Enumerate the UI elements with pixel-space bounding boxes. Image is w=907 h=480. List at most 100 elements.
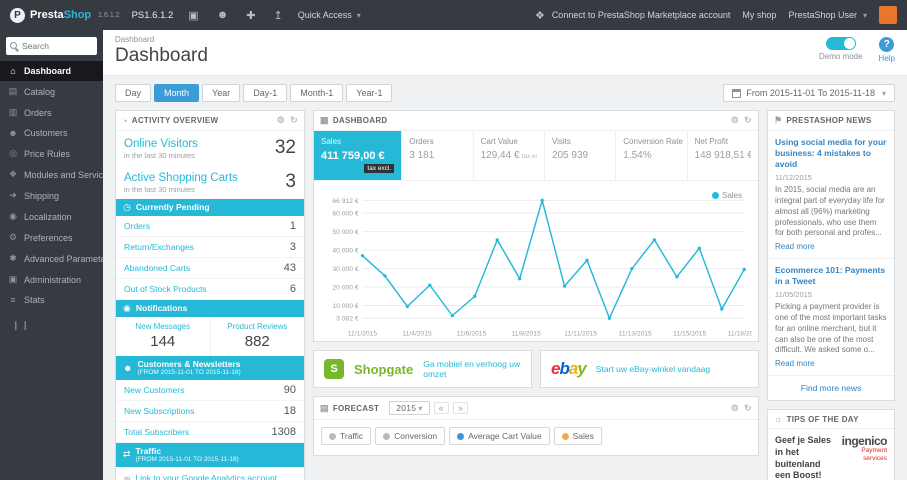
new-messages-cell[interactable]: New Messages 144 [116,317,210,356]
customers-notification-icon[interactable]: ☻ [214,9,232,21]
range-month-1-button[interactable]: Month-1 [290,84,344,102]
range-year-button[interactable]: Year [202,84,241,102]
date-range-picker[interactable]: From 2015-11-01 To 2015-11-18 [723,84,895,102]
range-month-button[interactable]: Month [154,84,200,102]
online-visitors-link[interactable]: Online Visitors [124,138,198,150]
kpi-visits[interactable]: Visits 205 939 [543,131,615,180]
kpi-cart-value[interactable]: Cart Value 129,44 €tax excl. [472,131,544,180]
help-icon[interactable]: ? [879,37,895,52]
shopgate-logo-icon: S [324,359,344,380]
sidebar-item-administration[interactable]: ▣ Administration [0,269,103,290]
prestashop-logo[interactable]: P PrestaShop 1.6.1.2 [10,7,120,23]
orders-notification-icon[interactable]: ▣ [185,9,201,22]
find-more-news-link[interactable]: Find more news [768,376,894,400]
sidebar-collapse-icon[interactable]: ❙❙ [0,310,103,341]
refresh-icon[interactable]: ↻ [744,403,752,414]
svg-text:20 000 €: 20 000 € [332,284,358,291]
refresh-icon[interactable]: ↻ [290,115,298,126]
notifications-header: ◉ Notifications [116,300,304,317]
range-day-1-button[interactable]: Day-1 [243,84,288,102]
help-label: Help [878,54,895,63]
svg-text:60 000 €: 60 000 € [332,211,358,218]
price-rules-icon: ◎ [9,148,17,158]
analytics-link-row: ∞ Link to your Google Analytics account [116,467,304,480]
svg-text:10 000 €: 10 000 € [332,303,358,310]
refresh-icon[interactable]: ↻ [744,115,752,126]
search-input[interactable] [6,37,97,55]
tips-icon: ☼ [774,414,783,425]
online-visitors-stat: Online Visitors in the last 30 minutes 3… [116,131,304,165]
sidebar-item-preferences[interactable]: ⚙ Preferences [0,227,103,248]
messages-notification-icon[interactable]: ✚ [243,9,258,22]
sidebar-item-dashboard[interactable]: ⌂ Dashboard [0,61,103,81]
news-article-body: Picking a payment provider is one of the… [775,302,887,355]
user-avatar[interactable] [879,6,897,24]
sidebar-item-advanced-parameters[interactable]: ✱Advanced Parameters [0,248,103,269]
sidebar-item-localization[interactable]: ◉ Localization [0,206,103,227]
gear-icon[interactable]: ⚙ [277,115,285,126]
sidebar-item-price-rules[interactable]: ◎ Price Rules [0,143,103,164]
range-year-1-button[interactable]: Year-1 [346,84,393,102]
forecast-year-select[interactable]: 2015 [389,401,430,416]
kpi-net-profit[interactable]: Net Profit 148 918,51 € [686,131,758,180]
forecast-toggle-average-cart-value[interactable]: Average Cart Value [449,427,550,446]
google-analytics-link[interactable]: Link to your Google Analytics account [135,473,277,480]
ebay-promo-link[interactable]: Start uw eBay-winkel vandaag [596,364,710,374]
shopgate-promo-link[interactable]: Ga mobiel en verhoog uw omzet [423,359,521,379]
svg-text:3 082 €: 3 082 € [336,316,359,323]
sidebar-item-stats[interactable]: ≡ Stats [0,290,103,310]
sidebar-item-catalog[interactable]: ▤ Catalog [0,81,103,102]
customers-row-subscribers: Total Subscribers 1308 [116,422,304,443]
sidebar-item-shipping[interactable]: ➔ Shipping [0,185,103,206]
forecast-toggle-sales[interactable]: Sales [553,427,602,446]
quick-access-menu[interactable]: Quick Access [298,10,361,20]
tips-headline: Geef je Sales in het buitenland een Boos… [775,435,832,480]
svg-text:11/18/2015: 11/18/2015 [728,330,752,337]
shop-name[interactable]: PS1.6.1.2 [132,10,174,21]
active-carts-value: 3 [285,171,296,192]
activity-panel-title: ACTIVITY OVERVIEW [131,116,219,125]
date-toolbar: Day Month Year Day-1 Month-1 Year-1 From… [103,76,907,110]
active-carts-link[interactable]: Active Shopping Carts [124,172,238,184]
forecast-toggle-traffic[interactable]: Traffic [321,427,372,446]
marketplace-link[interactable]: ❖ Connect to PrestaShop Marketplace accou… [532,9,730,22]
gear-icon[interactable]: ⚙ [731,115,739,126]
read-more-link[interactable]: Read more [775,242,815,251]
my-shop-link[interactable]: My shop [742,10,776,20]
kpi-orders[interactable]: Orders 3 181 [401,131,472,180]
sidebar-item-customers[interactable]: ☻ Customers [0,123,103,143]
product-reviews-cell[interactable]: Product Reviews 882 [209,317,305,356]
chart-legend[interactable]: Sales [711,191,742,200]
forecast-prev-icon[interactable]: « [433,402,449,415]
people-icon: ☻ [123,362,133,373]
news-panel-title: PRESTASHOP NEWS [786,116,872,125]
forecast-next-icon[interactable]: » [452,402,469,415]
sidebar-item-orders[interactable]: ▥ Orders [0,102,103,123]
range-day-button[interactable]: Day [115,84,152,102]
sidebar: ⌂Dashboard ▤Catalog ▥Orders ☻Customers ◎… [0,30,103,480]
dashboard-panel-title: DASHBOARD [332,116,388,125]
svg-text:30 000 €: 30 000 € [332,266,358,273]
demo-mode-toggle[interactable] [825,37,856,50]
localization-icon: ◉ [9,211,17,221]
svg-text:11/1/2015: 11/1/2015 [348,330,378,337]
breadcrumb[interactable]: Dashboard [115,35,208,44]
user-menu[interactable]: PrestaShop User [788,10,867,20]
svg-text:11/8/2015: 11/8/2015 [511,330,541,337]
main-area: Dashboard Dashboard Demo mode ? Help Day… [103,30,907,480]
ingenico-logo: ingenico Payment services [841,434,888,462]
news-article-title[interactable]: Ecommerce 101: Payments in a Tweet [775,265,887,287]
forecast-toggle-conversion[interactable]: Conversion [375,427,446,446]
ebay-module-promo: ebay Start uw eBay-winkel vandaag [540,350,759,389]
kpi-sales[interactable]: Sales 411 759,00 € tax excl. [314,131,402,180]
news-article: Using social media for your business: 4 … [768,131,894,260]
kpi-conversion-rate[interactable]: Conversion Rate 1.54% [615,131,686,180]
dashboard-panel-icon: ▦ [320,115,329,125]
activity-overview-panel: ◔ ACTIVITY OVERVIEW ⚙ ↻ Online Visitors i… [115,110,305,480]
news-article-title[interactable]: Using social media for your business: 4 … [775,137,887,170]
svg-text:50 000 €: 50 000 € [332,229,358,236]
read-more-link[interactable]: Read more [775,359,815,368]
upload-icon[interactable]: ↥ [271,9,286,22]
sidebar-item-modules[interactable]: ❖Modules and Services [0,164,103,185]
gear-icon[interactable]: ⚙ [731,403,739,414]
